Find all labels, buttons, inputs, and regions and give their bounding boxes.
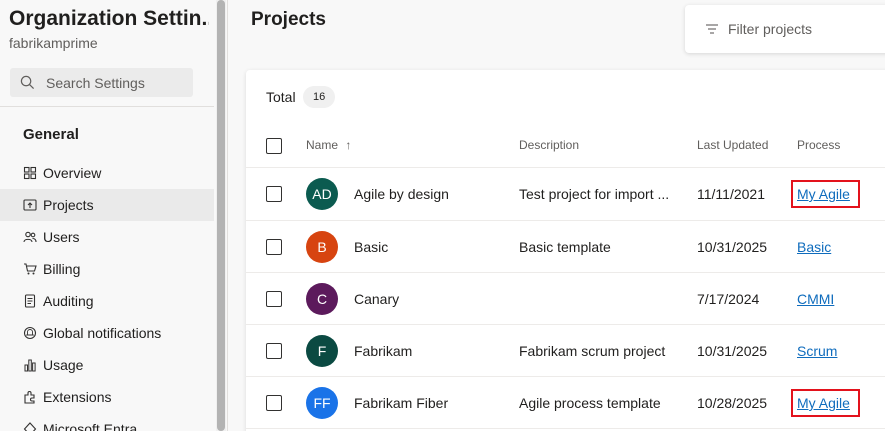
sidebar-edge	[227, 0, 228, 431]
row-checkbox[interactable]	[266, 343, 282, 359]
sidebar-item-auditing[interactable]: Auditing	[0, 285, 214, 317]
sort-ascending-icon: ↑	[345, 138, 352, 152]
total-label: Total	[266, 89, 296, 105]
total-count-badge: 16	[303, 86, 336, 108]
sidebar-item-label: Global notifications	[43, 325, 162, 341]
sidebar-item-label: Overview	[43, 165, 102, 181]
last-updated: 7/17/2024	[697, 291, 760, 307]
entra-icon	[23, 422, 37, 431]
row-checkbox[interactable]	[266, 239, 282, 255]
avatar: F	[306, 335, 338, 367]
sidebar-item-extensions[interactable]: Extensions	[0, 381, 214, 413]
highlight-box	[791, 389, 860, 417]
row-checkbox[interactable]	[266, 291, 282, 307]
project-name[interactable]: Fabrikam Fiber	[354, 395, 448, 411]
notifications-icon	[23, 326, 37, 340]
search-icon	[20, 75, 35, 90]
filter-placeholder: Filter projects	[728, 21, 813, 37]
settings-sidebar: Organization Settin... fabrikamprime Sea…	[0, 0, 214, 431]
project-description: Test project for import ...	[519, 186, 670, 202]
project-description: Agile process template	[519, 395, 661, 411]
filter-projects-input[interactable]: Filter projects	[685, 5, 885, 53]
search-placeholder: Search Settings	[46, 74, 145, 91]
projects-icon	[23, 199, 37, 211]
column-header-last-updated[interactable]: Last Updated	[697, 138, 768, 152]
sidebar-divider	[0, 106, 214, 107]
overview-icon	[23, 166, 37, 180]
usage-icon	[24, 359, 36, 372]
sidebar-item-projects[interactable]: Projects	[0, 189, 214, 221]
sidebar-item-billing[interactable]: Billing	[0, 253, 214, 285]
sidebar-item-global-notifications[interactable]: Global notifications	[0, 317, 214, 349]
process-link[interactable]: Basic	[797, 239, 831, 255]
last-updated: 10/28/2025	[697, 395, 768, 411]
project-name[interactable]: Basic	[354, 239, 388, 255]
project-name[interactable]: Fabrikam	[354, 343, 412, 359]
billing-icon	[24, 263, 37, 275]
table-row[interactable]: F Fabrikam Fabrikam scrum project 10/31/…	[246, 325, 885, 377]
last-updated: 10/31/2025	[697, 343, 768, 359]
column-header-process[interactable]: Process	[797, 138, 840, 152]
table-row[interactable]: C Canary 7/17/2024 CMMI	[246, 273, 885, 325]
section-general: General	[23, 126, 79, 143]
column-header-description[interactable]: Description	[519, 138, 579, 152]
highlight-box	[791, 180, 860, 208]
project-name[interactable]: Canary	[354, 291, 399, 307]
avatar: B	[306, 231, 338, 263]
last-updated: 10/31/2025	[697, 239, 768, 255]
sidebar-item-label: Microsoft Entra	[43, 421, 138, 431]
page-title: Projects	[251, 9, 326, 30]
process-link[interactable]: Scrum	[797, 343, 837, 359]
search-settings-input[interactable]: Search Settings	[10, 68, 193, 97]
sidebar-item-microsoft-entra[interactable]: Microsoft Entra	[0, 413, 214, 431]
projects-table: Total 16 Name ↑ Description Last Updated…	[246, 70, 885, 431]
table-row[interactable]: AD Agile by design Test project for impo…	[246, 168, 885, 220]
org-name: fabrikamprime	[9, 35, 98, 51]
sidebar-item-label: Auditing	[43, 293, 94, 309]
filter-icon	[706, 24, 718, 34]
table-row[interactable]: B Basic Basic template 10/31/2025 Basic	[246, 221, 885, 273]
sidebar-item-label: Usage	[43, 357, 84, 373]
sidebar-item-label: Billing	[43, 261, 81, 277]
sidebar-item-label: Extensions	[43, 389, 112, 405]
table-row[interactable]: FF Fabrikam Fiber Agile process template…	[246, 377, 885, 429]
column-name-label: Name	[306, 138, 339, 152]
last-updated: 11/11/2021	[697, 186, 765, 202]
avatar: FF	[306, 387, 338, 419]
process-link[interactable]: CMMI	[797, 291, 834, 307]
avatar: AD	[306, 178, 338, 210]
select-all-checkbox[interactable]	[266, 138, 282, 154]
sidebar-scrollbar-thumb[interactable]	[217, 0, 225, 431]
column-header-name[interactable]: Name ↑	[306, 138, 351, 152]
row-divider	[246, 428, 885, 429]
sidebar-nav: Overview Projects Users Billing Auditing…	[0, 157, 214, 431]
avatar: C	[306, 283, 338, 315]
project-description: Fabrikam scrum project	[519, 343, 666, 359]
sidebar-item-users[interactable]: Users	[0, 221, 214, 253]
project-name[interactable]: Agile by design	[354, 186, 449, 202]
project-description: Basic template	[519, 239, 611, 255]
sidebar-item-usage[interactable]: Usage	[0, 349, 214, 381]
row-checkbox[interactable]	[266, 395, 282, 411]
sidebar-item-overview[interactable]: Overview	[0, 157, 214, 189]
auditing-icon	[24, 294, 36, 308]
row-checkbox[interactable]	[266, 186, 282, 202]
sidebar-item-label: Users	[43, 229, 80, 245]
sidebar-item-label: Projects	[43, 197, 94, 213]
org-settings-title: Organization Settin...	[9, 7, 209, 30]
extensions-icon	[24, 391, 35, 404]
users-icon	[23, 231, 37, 243]
